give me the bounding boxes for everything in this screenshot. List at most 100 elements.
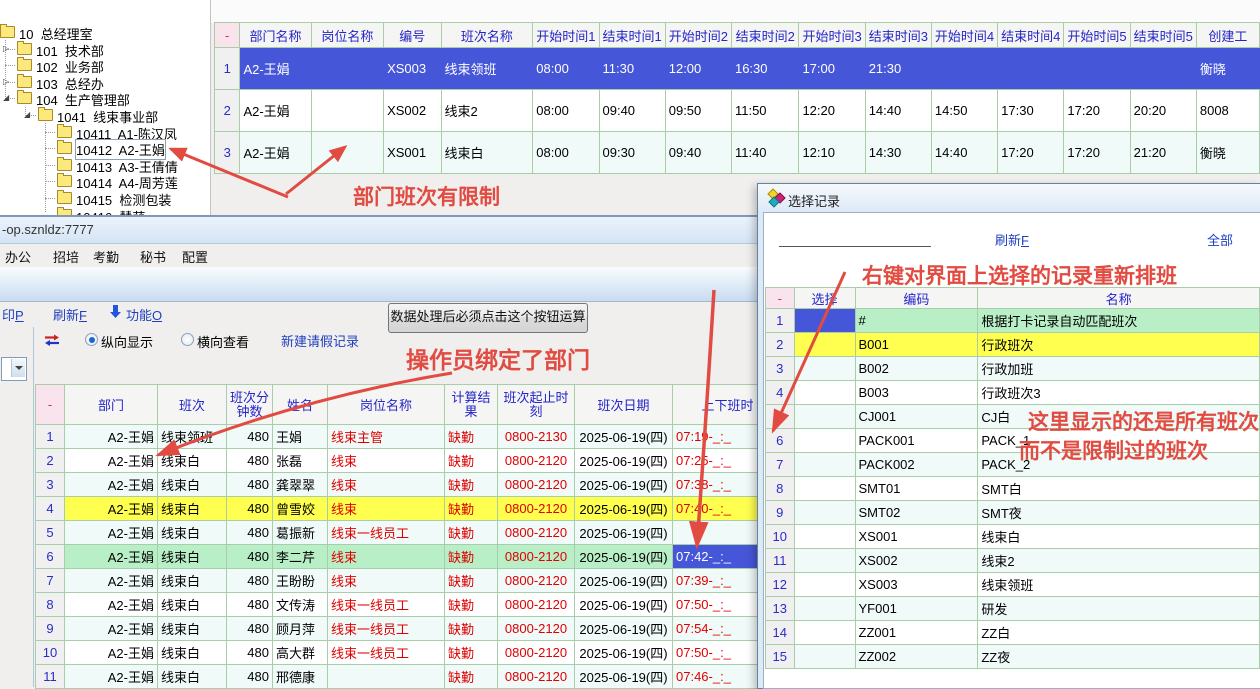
cell[interactable]: 线束领班	[441, 48, 533, 90]
column-header[interactable]: 班次	[158, 385, 227, 425]
table-row[interactable]: 3B002行政加班	[766, 357, 1260, 381]
column-header[interactable]: 计算结果	[445, 385, 498, 425]
cell[interactable]: A2-王娟	[65, 665, 158, 689]
table-row[interactable]: 8A2-王娟线束白480文传涛线束一线员工缺勤0800-21202025-06-…	[36, 593, 783, 617]
cell[interactable]: 缺勤	[445, 449, 498, 473]
cell[interactable]	[794, 357, 855, 381]
cell[interactable]: 11:40	[731, 132, 798, 174]
cell[interactable]: 0800-2130	[498, 425, 575, 449]
cell[interactable]: 线束领班	[158, 425, 227, 449]
cell[interactable]: B001	[855, 333, 978, 357]
table-row[interactable]: 2B001行政班次	[766, 333, 1260, 357]
cell[interactable]: 11:50	[731, 90, 798, 132]
tree-item[interactable]: 10415 检测包装	[0, 190, 210, 206]
cell[interactable]: 线束主管	[328, 425, 445, 449]
tree-item[interactable]: ▷103 总经办	[0, 74, 210, 90]
expand-icon[interactable]: ▷	[3, 44, 9, 53]
cell[interactable]: A2-王娟	[65, 473, 158, 497]
column-header[interactable]: 创建工	[1196, 23, 1259, 48]
table-row[interactable]: 10XS001线束白	[766, 525, 1260, 549]
cell[interactable]	[1130, 48, 1196, 90]
popup-refresh-link[interactable]: 刷新F	[995, 230, 1029, 249]
column-header[interactable]: 结束时间1	[599, 23, 665, 48]
cell[interactable]: 缺勤	[445, 521, 498, 545]
cell[interactable]: 线束一线员工	[328, 521, 445, 545]
popup-titlebar[interactable]: 选择记录	[758, 184, 1260, 211]
column-header[interactable]: 部门	[65, 385, 158, 425]
cell[interactable]: 2025-06-19(四)	[575, 641, 673, 665]
cell[interactable]	[794, 309, 855, 333]
cell[interactable]: 08:00	[533, 132, 599, 174]
cell[interactable]: 缺勤	[445, 617, 498, 641]
cell[interactable]	[794, 453, 855, 477]
table-row[interactable]: 9SMT02SMT夜	[766, 501, 1260, 525]
cell[interactable]: 0800-2120	[498, 665, 575, 689]
tree-item[interactable]: 10411 A1-陈汉凤	[0, 124, 210, 140]
column-header[interactable]: 班次分钟数	[227, 385, 273, 425]
cell[interactable]: 480	[227, 449, 273, 473]
column-header[interactable]: 编号	[384, 23, 441, 48]
column-header[interactable]: 班次日期	[575, 385, 673, 425]
cell[interactable]: XS002	[384, 90, 441, 132]
cell[interactable]: 行政加班	[978, 357, 1260, 381]
table-row[interactable]: 14ZZ001ZZ白	[766, 621, 1260, 645]
cell[interactable]: 线束一线员工	[328, 641, 445, 665]
column-header[interactable]: 名称	[978, 288, 1260, 309]
cell[interactable]: 2025-06-19(四)	[575, 545, 673, 569]
cell[interactable]: 09:50	[665, 90, 731, 132]
cell[interactable]: 17:20	[998, 132, 1064, 174]
column-header[interactable]: 结束时间4	[998, 23, 1064, 48]
cell[interactable]: 线束白	[158, 449, 227, 473]
table-row[interactable]: 6A2-王娟线束白480李二芹线束缺勤0800-21202025-06-19(四…	[36, 545, 783, 569]
cell[interactable]: 研发	[978, 597, 1260, 621]
cell[interactable]: YF001	[855, 597, 978, 621]
expand-icon[interactable]: ▷	[3, 77, 9, 86]
table-row[interactable]: 11XS002线束2	[766, 549, 1260, 573]
cell[interactable]: 2025-06-19(四)	[575, 497, 673, 521]
cell[interactable]: 480	[227, 617, 273, 641]
cell[interactable]: 2025-06-19(四)	[575, 569, 673, 593]
cell[interactable]: 11:30	[599, 48, 665, 90]
combobox-dropdown-icon[interactable]	[11, 359, 25, 377]
cell[interactable]: 线束一线员工	[328, 593, 445, 617]
menu-item-1[interactable]: 办公	[5, 247, 31, 266]
cell[interactable]: A2-王娟	[65, 593, 158, 617]
cell[interactable]: PACK002	[855, 453, 978, 477]
table-row[interactable]: 1A2-王娟线束领班480王娟线束主管缺勤0800-21302025-06-19…	[36, 425, 783, 449]
cell[interactable]: 顾月萍	[273, 617, 328, 641]
cell[interactable]: 09:40	[599, 90, 665, 132]
cell[interactable]	[794, 573, 855, 597]
collapse-icon[interactable]: ◢	[24, 110, 30, 119]
cell[interactable]	[794, 525, 855, 549]
cell[interactable]: 17:20	[1064, 90, 1130, 132]
cell[interactable]: 21:20	[1130, 132, 1196, 174]
cell[interactable]: 线束白	[978, 525, 1260, 549]
cell[interactable]: ZZ白	[978, 621, 1260, 645]
cell[interactable]: 线束2	[978, 549, 1260, 573]
cell[interactable]: 行政班次	[978, 333, 1260, 357]
tree-item[interactable]: ◢104 生产管理部	[0, 90, 210, 106]
cell[interactable]: 王娟	[273, 425, 328, 449]
cell[interactable]: XS003	[384, 48, 441, 90]
tree-item[interactable]: 10412 A2-王娟	[0, 140, 210, 156]
cell[interactable]: 17:30	[998, 90, 1064, 132]
cell[interactable]: 葛振新	[273, 521, 328, 545]
cell[interactable]: 文传涛	[273, 593, 328, 617]
cell[interactable]: 线束2	[441, 90, 533, 132]
column-header[interactable]: 班次名称	[441, 23, 533, 48]
radio-horizontal-view[interactable]	[181, 333, 194, 346]
table-row[interactable]: 2A2-王娟线束白480张磊线束缺勤0800-21202025-06-19(四)…	[36, 449, 783, 473]
column-header[interactable]: 结束时间3	[865, 23, 931, 48]
cell[interactable]	[794, 621, 855, 645]
shift-definition-table[interactable]: -部门名称岗位名称编号班次名称开始时间1结束时间1开始时间2结束时间2开始时间3…	[214, 22, 1260, 174]
popup-record-table[interactable]: -选择编码名称1#根据打卡记录自动匹配班次2B001行政班次3B002行政加班4…	[765, 287, 1260, 669]
column-header[interactable]: 姓名	[273, 385, 328, 425]
cell[interactable]: 线束	[328, 497, 445, 521]
cell[interactable]: A2-王娟	[65, 521, 158, 545]
cell[interactable]: 线束白	[158, 641, 227, 665]
cell[interactable]: SMT夜	[978, 501, 1260, 525]
cell[interactable]: 8008	[1196, 90, 1259, 132]
cell[interactable]: A2-王娟	[240, 48, 311, 90]
cell[interactable]: 480	[227, 641, 273, 665]
cell[interactable]: SMT01	[855, 477, 978, 501]
